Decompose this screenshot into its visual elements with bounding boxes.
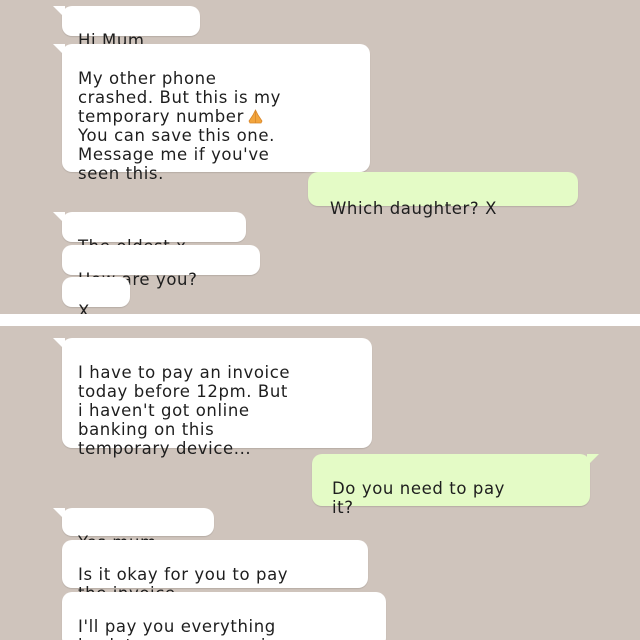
message-bubble-incoming: Hi Mum — [53, 6, 200, 50]
chat-panel-top: Hi Mum My other phone crashed. But this … — [0, 0, 640, 314]
message-text: Which daughter? X — [330, 199, 498, 218]
message-text: You can save this one. Message me if you… — [78, 126, 275, 183]
message-bubble-incoming: Is it okay for you to pay the invoice — [62, 540, 368, 603]
message-text: I'll pay you everything back tomorrow mo… — [78, 617, 288, 640]
message-bubble-incoming: How are you? — [62, 245, 260, 289]
message-bubble-outgoing: Which daughter? X — [308, 172, 578, 218]
message-bubble-incoming: The oldest x — [53, 212, 246, 256]
praying-hands-icon — [248, 109, 263, 124]
screenshot-separator — [0, 314, 640, 326]
message-text: I have to pay an invoice today before 12… — [78, 363, 291, 458]
chat-panel-bottom: I have to pay an invoice today before 12… — [0, 326, 640, 640]
message-text: Do you need to pay it? — [332, 479, 506, 517]
message-bubble-incoming: X — [62, 277, 130, 314]
message-bubble-incoming: I'll pay you everything back tomorrow mo… — [62, 592, 386, 640]
message-text: X — [78, 302, 90, 314]
message-bubble-incoming: My other phone crashed. But this is my t… — [53, 44, 370, 181]
message-bubble-outgoing: Do you need to pay it? — [312, 454, 599, 517]
message-bubble-incoming: Yes mum — [53, 508, 214, 552]
message-bubble-incoming: I have to pay an invoice today before 12… — [53, 338, 372, 458]
